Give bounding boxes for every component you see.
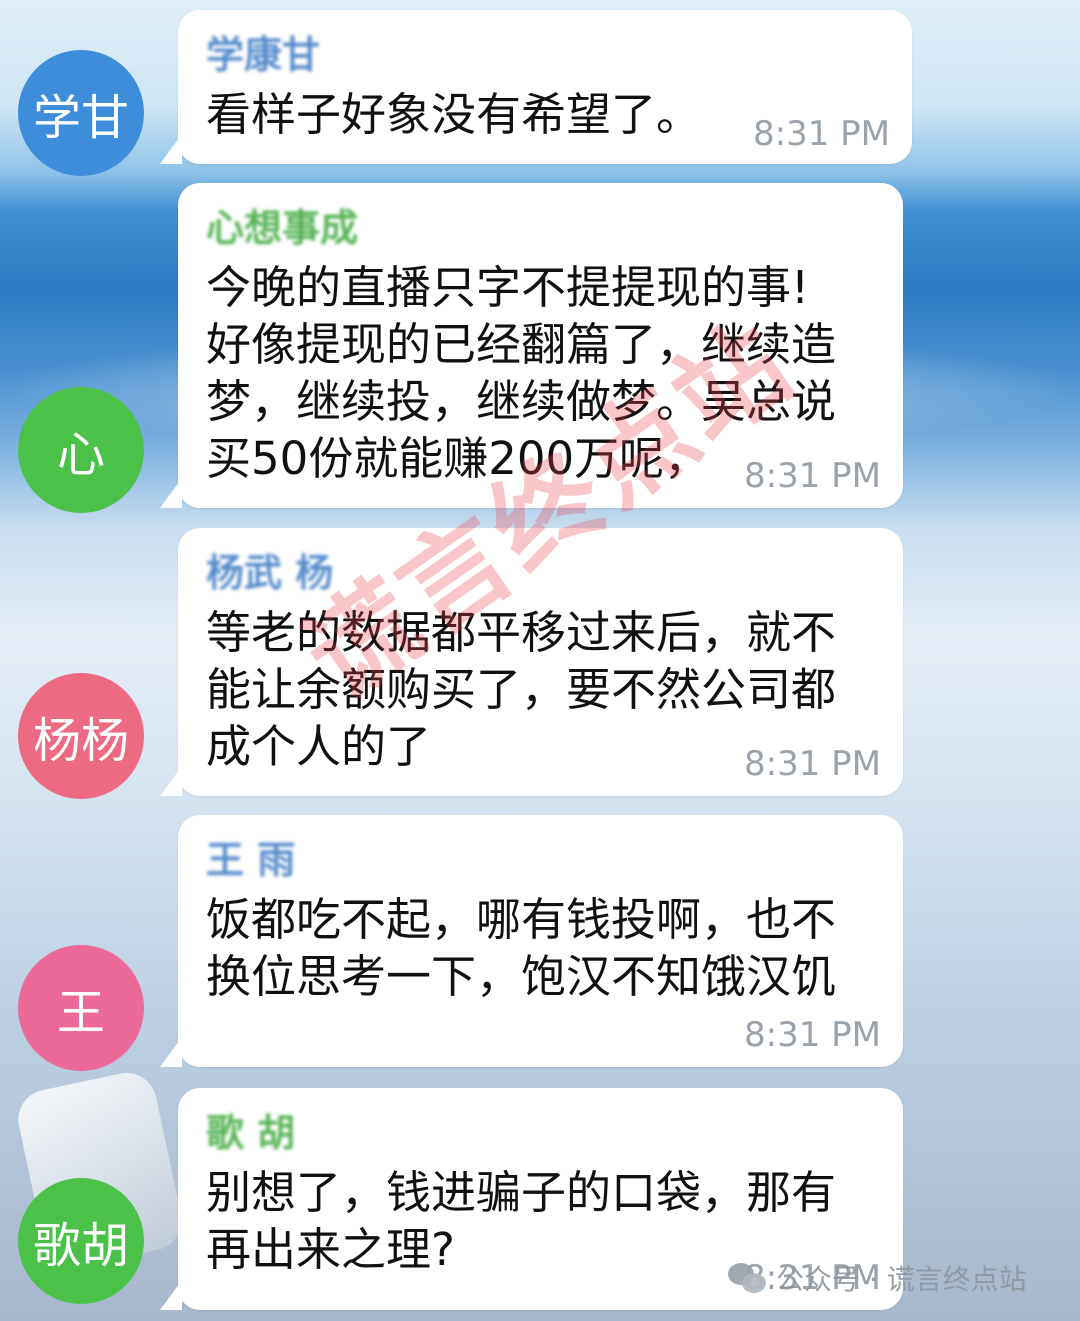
sender-name[interactable]: 杨武 杨	[206, 542, 333, 597]
avatar[interactable]: 杨杨	[18, 673, 144, 799]
message-text: 今晚的直播只字不提提现的事! 好像提现的已经翻篇了，继续造 梦，继续投，继续做梦…	[206, 261, 837, 485]
sender-name[interactable]: 王 雨	[206, 829, 295, 884]
footer-label: 公众号 · 谎言终点站	[776, 1263, 1027, 1296]
sender-name[interactable]: 歌 胡	[206, 1102, 295, 1157]
avatar[interactable]: 心	[18, 387, 144, 513]
sender-name[interactable]: 学康甘	[206, 24, 320, 79]
message-text: 等老的数据都平移过来后，就不 能让余额购买了，要不然公司都 成个人的了	[206, 606, 837, 773]
sender-name[interactable]: 心想事成	[206, 197, 358, 252]
footer-attribution: 公众号 · 谎言终点站	[728, 1258, 1027, 1298]
avatar[interactable]: 学甘	[18, 50, 144, 176]
avatar[interactable]: 歌胡	[18, 1178, 144, 1304]
message-bubble: 心想事成 今晚的直播只字不提提现的事! 好像提现的已经翻篇了，继续造 梦，继续投…	[160, 183, 903, 508]
message-time: 8:31 PM	[744, 1015, 881, 1055]
message-time: 8:31 PM	[744, 456, 881, 496]
avatar[interactable]: 王	[18, 945, 144, 1071]
message-time: 8:31 PM	[744, 744, 881, 784]
message-bubble: 王 雨 饭都吃不起，哪有钱投啊，也不 换位思考一下，饱汉不知饿汉饥 8:31 P…	[160, 815, 903, 1067]
message-bubble: 学康甘 看样子好象没有希望了。 8:31 PM	[160, 10, 912, 164]
message-time: 8:31 PM	[753, 114, 890, 154]
message-bubble: 杨武 杨 等老的数据都平移过来后，就不 能让余额购买了，要不然公司都 成个人的了…	[160, 528, 903, 796]
wechat-icon	[728, 1261, 768, 1295]
message-text: 看样子好象没有希望了。	[206, 88, 702, 141]
message-text: 饭都吃不起，哪有钱投啊，也不 换位思考一下，饱汉不知饿汉饥	[206, 893, 837, 1003]
